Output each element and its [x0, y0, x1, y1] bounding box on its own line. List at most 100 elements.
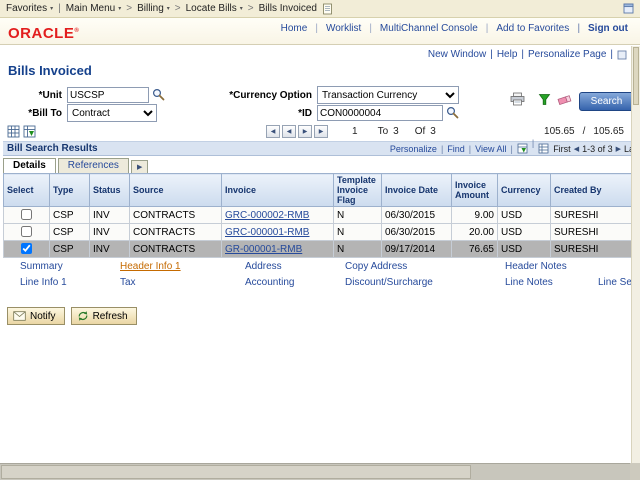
- results-title: Bill Search Results: [7, 143, 98, 154]
- show-all-columns-icon[interactable]: ▶: [131, 160, 148, 173]
- copy-address-link[interactable]: Copy Address: [345, 261, 505, 272]
- line-notes-link[interactable]: Line Notes: [505, 277, 598, 288]
- find-link[interactable]: Find: [447, 144, 475, 154]
- action-buttons: Notify Refresh: [7, 307, 137, 325]
- cell-source: CONTRACTS: [130, 207, 222, 224]
- first-row-icon[interactable]: ◀: [266, 125, 280, 138]
- chevron-down-icon: ▾: [240, 6, 243, 12]
- vertical-scrollbar[interactable]: [631, 46, 640, 463]
- breadcrumb-main-menu[interactable]: Main Menu ▾: [66, 3, 121, 14]
- summary-link[interactable]: Summary: [20, 261, 120, 272]
- show-grid-icon[interactable]: [538, 143, 549, 154]
- utility-window-icon[interactable]: [617, 50, 627, 60]
- row-select-checkbox[interactable]: [21, 226, 32, 237]
- col-status[interactable]: Status: [90, 174, 130, 207]
- download-to-excel-icon[interactable]: [517, 143, 538, 154]
- cell-created-by: SURESHI: [551, 241, 638, 258]
- header-info-1-link[interactable]: Header Info 1: [120, 261, 245, 272]
- unit-input[interactable]: [67, 87, 149, 103]
- line-info-1-link[interactable]: Line Info 1: [20, 277, 120, 288]
- print-icon[interactable]: [510, 92, 525, 106]
- row-select-checkbox[interactable]: [21, 209, 32, 220]
- pager-prev-icon[interactable]: ◀: [574, 145, 579, 153]
- bill-to-select[interactable]: Contract: [67, 104, 157, 122]
- row-to: 3: [393, 126, 399, 137]
- breadcrumb-label: Favorites: [6, 3, 47, 14]
- col-invoice-amount[interactable]: Invoice Amount: [452, 174, 498, 207]
- col-template-invoice-flag[interactable]: Template Invoice Flag: [334, 174, 382, 207]
- pager-range: 1-3 of 3: [582, 144, 613, 154]
- breadcrumb: Favorites ▾ | Main Menu ▾ > Billing ▾ > …: [0, 0, 640, 18]
- col-invoice-date[interactable]: Invoice Date: [382, 174, 452, 207]
- personalize-page-link[interactable]: Personalize Page: [528, 49, 617, 60]
- invoice-link[interactable]: GRC-000001-RMB: [225, 227, 309, 238]
- cell-invoice-date: 06/30/2015: [382, 224, 452, 241]
- col-created-by[interactable]: Created By: [551, 174, 638, 207]
- cell-template-flag: N: [334, 241, 382, 258]
- id-input[interactable]: [317, 105, 443, 121]
- row-of-label: Of: [415, 126, 426, 137]
- id-lookup-icon[interactable]: [446, 106, 459, 119]
- header-notes-link[interactable]: Header Notes: [505, 261, 598, 272]
- worklist-link[interactable]: Worklist: [315, 23, 361, 34]
- chevron-down-icon: ▾: [118, 6, 121, 12]
- home-link[interactable]: Home: [281, 23, 308, 34]
- col-invoice[interactable]: Invoice: [222, 174, 334, 207]
- pager-first[interactable]: First: [553, 144, 571, 154]
- col-currency[interactable]: Currency: [498, 174, 551, 207]
- selected-amount: 105.65: [593, 126, 624, 137]
- breadcrumb-page-icon[interactable]: [322, 3, 333, 15]
- sign-out-link[interactable]: Sign out: [577, 23, 628, 34]
- address-link[interactable]: Address: [245, 261, 345, 272]
- new-window-link[interactable]: New Window: [428, 49, 497, 60]
- cell-invoice-amount: 9.00: [452, 207, 498, 224]
- cell-currency: USD: [498, 207, 551, 224]
- search-button[interactable]: Search: [579, 92, 634, 111]
- unit-lookup-icon[interactable]: [152, 88, 165, 101]
- filter-icon[interactable]: [538, 93, 551, 106]
- table-row-selected: CSP INV CONTRACTS GR-000001-RMB N 09/17/…: [4, 241, 638, 258]
- breadcrumb-locate-bills[interactable]: Locate Bills ▾: [186, 3, 243, 14]
- breadcrumb-separator: |: [58, 3, 61, 14]
- breadcrumb-label: Bills Invoiced: [259, 3, 317, 14]
- personalize-link[interactable]: Personalize: [390, 144, 447, 154]
- cell-invoice-amount: 20.00: [452, 224, 498, 241]
- col-type[interactable]: Type: [50, 174, 90, 207]
- col-select[interactable]: Select: [4, 174, 50, 207]
- pager: First ◀ 1-3 of 3 ▶ Last: [553, 144, 633, 154]
- col-source[interactable]: Source: [130, 174, 222, 207]
- invoice-link[interactable]: GR-000001-RMB: [225, 244, 302, 255]
- grid-icon[interactable]: [7, 125, 20, 138]
- horizontal-scrollbar[interactable]: [0, 463, 640, 480]
- last-row-icon[interactable]: ▶: [314, 125, 328, 138]
- currency-option-select[interactable]: Transaction Currency: [317, 86, 459, 104]
- breadcrumb-separator: >: [248, 3, 254, 14]
- app-header: ORACLE Home Worklist MultiChannel Consol…: [0, 18, 640, 45]
- breadcrumb-billing[interactable]: Billing ▾: [137, 3, 170, 14]
- breadcrumb-favorites[interactable]: Favorites ▾: [6, 3, 53, 14]
- crumb-bar-window-icon[interactable]: [623, 3, 634, 14]
- clear-eraser-icon[interactable]: [557, 93, 572, 106]
- pager-next-icon[interactable]: ▶: [616, 145, 621, 153]
- previous-row-icon[interactable]: ◀: [282, 125, 296, 138]
- next-row-icon[interactable]: ▶: [298, 125, 312, 138]
- horizontal-scrollbar-thumb[interactable]: [1, 465, 471, 479]
- invoice-link[interactable]: GRC-000002-RMB: [225, 210, 309, 221]
- breadcrumb-bills-invoiced[interactable]: Bills Invoiced: [259, 3, 317, 14]
- add-to-favorites-link[interactable]: Add to Favorites: [486, 23, 569, 34]
- notify-button[interactable]: Notify: [7, 307, 65, 325]
- chevron-down-icon: ▾: [167, 6, 170, 12]
- help-link[interactable]: Help: [497, 49, 528, 60]
- grid-toolbar: ◀ ◀ ▶ ▶ 1 To 3 Of 3 105.65 / 105.65: [0, 124, 640, 140]
- refresh-button[interactable]: Refresh: [71, 307, 137, 325]
- row-select-checkbox[interactable]: [21, 243, 32, 254]
- multichannel-console-link[interactable]: MultiChannel Console: [369, 23, 477, 34]
- tax-link[interactable]: Tax: [120, 277, 245, 288]
- download-grid-icon[interactable]: [23, 125, 36, 138]
- discount-surcharge-link[interactable]: Discount/Surcharge: [345, 277, 505, 288]
- tab-references[interactable]: References: [58, 158, 129, 173]
- vertical-scrollbar-thumb[interactable]: [633, 47, 639, 105]
- accounting-link[interactable]: Accounting: [245, 277, 345, 288]
- view-all-link[interactable]: View All: [475, 144, 517, 154]
- tab-details[interactable]: Details: [3, 158, 56, 173]
